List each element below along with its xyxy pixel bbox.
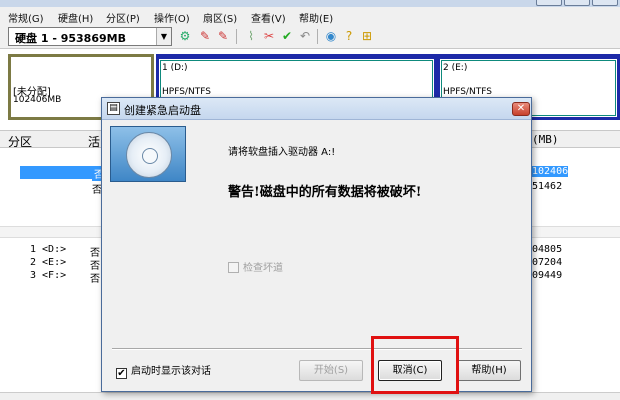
column-header-active[interactable]: 活 — [88, 133, 100, 150]
partition-fs: HPFS/NTFS — [443, 87, 492, 97]
partition-name: 2 (E:) — [443, 63, 468, 73]
apply-icon[interactable]: ✔ — [280, 29, 294, 43]
help-icon[interactable]: ? — [342, 29, 356, 43]
column-header-size[interactable]: (MB) — [532, 133, 559, 146]
row-size: 07204 — [532, 257, 563, 268]
wipe-icon[interactable]: ⌇ — [244, 29, 258, 43]
row-name: 1 <D:> — [30, 244, 67, 255]
toolbar-divider — [317, 29, 318, 44]
row-size: 102406 — [532, 166, 569, 177]
close-icon[interactable]: ✕ — [512, 102, 530, 116]
refresh-icon[interactable]: ◉ — [324, 29, 338, 43]
menu-view[interactable]: 查看(V) — [251, 10, 286, 25]
undo-icon[interactable]: ↶ — [298, 29, 312, 43]
edit-partition-icon[interactable]: ✎ — [216, 29, 230, 43]
close-window-button[interactable] — [592, 0, 618, 6]
row-size: 09449 — [532, 270, 563, 281]
dialog-divider — [112, 348, 522, 350]
show-on-start-label: 启动时显示该对话 — [131, 366, 211, 377]
checkbox-box — [228, 262, 239, 273]
menu-bar: 常规(G) 硬盘(H) 分区(P) 操作(O) 扇区(S) 查看(V) 帮助(E… — [0, 7, 620, 25]
status-bar — [0, 392, 620, 400]
menu-disk[interactable]: 硬盘(H) — [58, 10, 93, 25]
start-button[interactable]: 开始(S) — [299, 360, 363, 381]
partition-fs: HPFS/NTFS — [162, 87, 211, 97]
disk-select[interactable]: 硬盘 1 - 953869MB ▼ — [8, 27, 172, 46]
row-size: 51462 — [532, 181, 563, 192]
warning-message: 警告!磁盘中的所有数据将被破坏! — [228, 185, 422, 200]
maximize-button[interactable] — [564, 0, 590, 6]
dialog-title-bar[interactable]: ▤ 创建紧急启动盘 ✕ — [102, 98, 531, 120]
checkmark-icon: ✔ — [116, 368, 127, 379]
check-bad-sectors-checkbox[interactable]: 检查坏道 — [228, 259, 283, 274]
dialog-title: 创建紧急启动盘 — [124, 104, 201, 117]
menu-help[interactable]: 帮助(E) — [299, 10, 333, 25]
disc-graphic — [126, 132, 172, 178]
disk-search-icon[interactable]: ⚙ — [178, 29, 192, 43]
row-selection-bar — [20, 166, 100, 179]
emergency-boot-dialog: ▤ 创建紧急启动盘 ✕ 请将软盘插入驱动器 A:! 警告!磁盘中的所有数据将被破… — [101, 97, 532, 392]
menu-sector[interactable]: 扇区(S) — [203, 10, 237, 25]
menu-partition[interactable]: 分区(P) — [106, 10, 140, 25]
row-name: 3 <F:> — [30, 270, 67, 281]
toolbar-divider — [236, 29, 237, 44]
row-size: 04805 — [532, 244, 563, 255]
row-name: 2 <E:> — [30, 257, 67, 268]
show-on-start-checkbox[interactable]: ✔ 启动时显示该对话 — [116, 362, 211, 379]
partition-name: 1 (D:) — [162, 63, 188, 73]
cart-icon[interactable]: ⊞ — [360, 29, 374, 43]
menu-operation[interactable]: 操作(O) — [154, 10, 190, 25]
minimize-button[interactable] — [536, 0, 562, 6]
row-active: 否 — [90, 274, 100, 285]
repair-icon[interactable]: ✂ — [262, 29, 276, 43]
dialog-app-icon: ▤ — [107, 102, 120, 115]
check-bad-sectors-label: 检查坏道 — [243, 263, 283, 274]
floppy-disk-icon — [110, 126, 186, 182]
column-header-partition[interactable]: 分区 — [8, 133, 32, 150]
help-button[interactable]: 帮助(H) — [457, 360, 521, 381]
unallocated-size: 102406MB — [13, 95, 62, 105]
chevron-down-icon[interactable]: ▼ — [156, 28, 171, 45]
annotation-highlight-box — [371, 336, 459, 394]
toolbar: 硬盘 1 - 953869MB ▼ ⚙ ✎ ✎ ⌇ ✂ ✔ ↶ ◉ ? ⊞ — [0, 25, 620, 49]
menu-general[interactable]: 常规(G) — [8, 10, 44, 25]
disk-select-value: 硬盘 1 - 953869MB — [15, 32, 126, 45]
insert-floppy-message: 请将软盘插入驱动器 A:! — [228, 147, 336, 158]
format-icon[interactable]: ✎ — [198, 29, 212, 43]
app-title-bar — [0, 0, 620, 7]
